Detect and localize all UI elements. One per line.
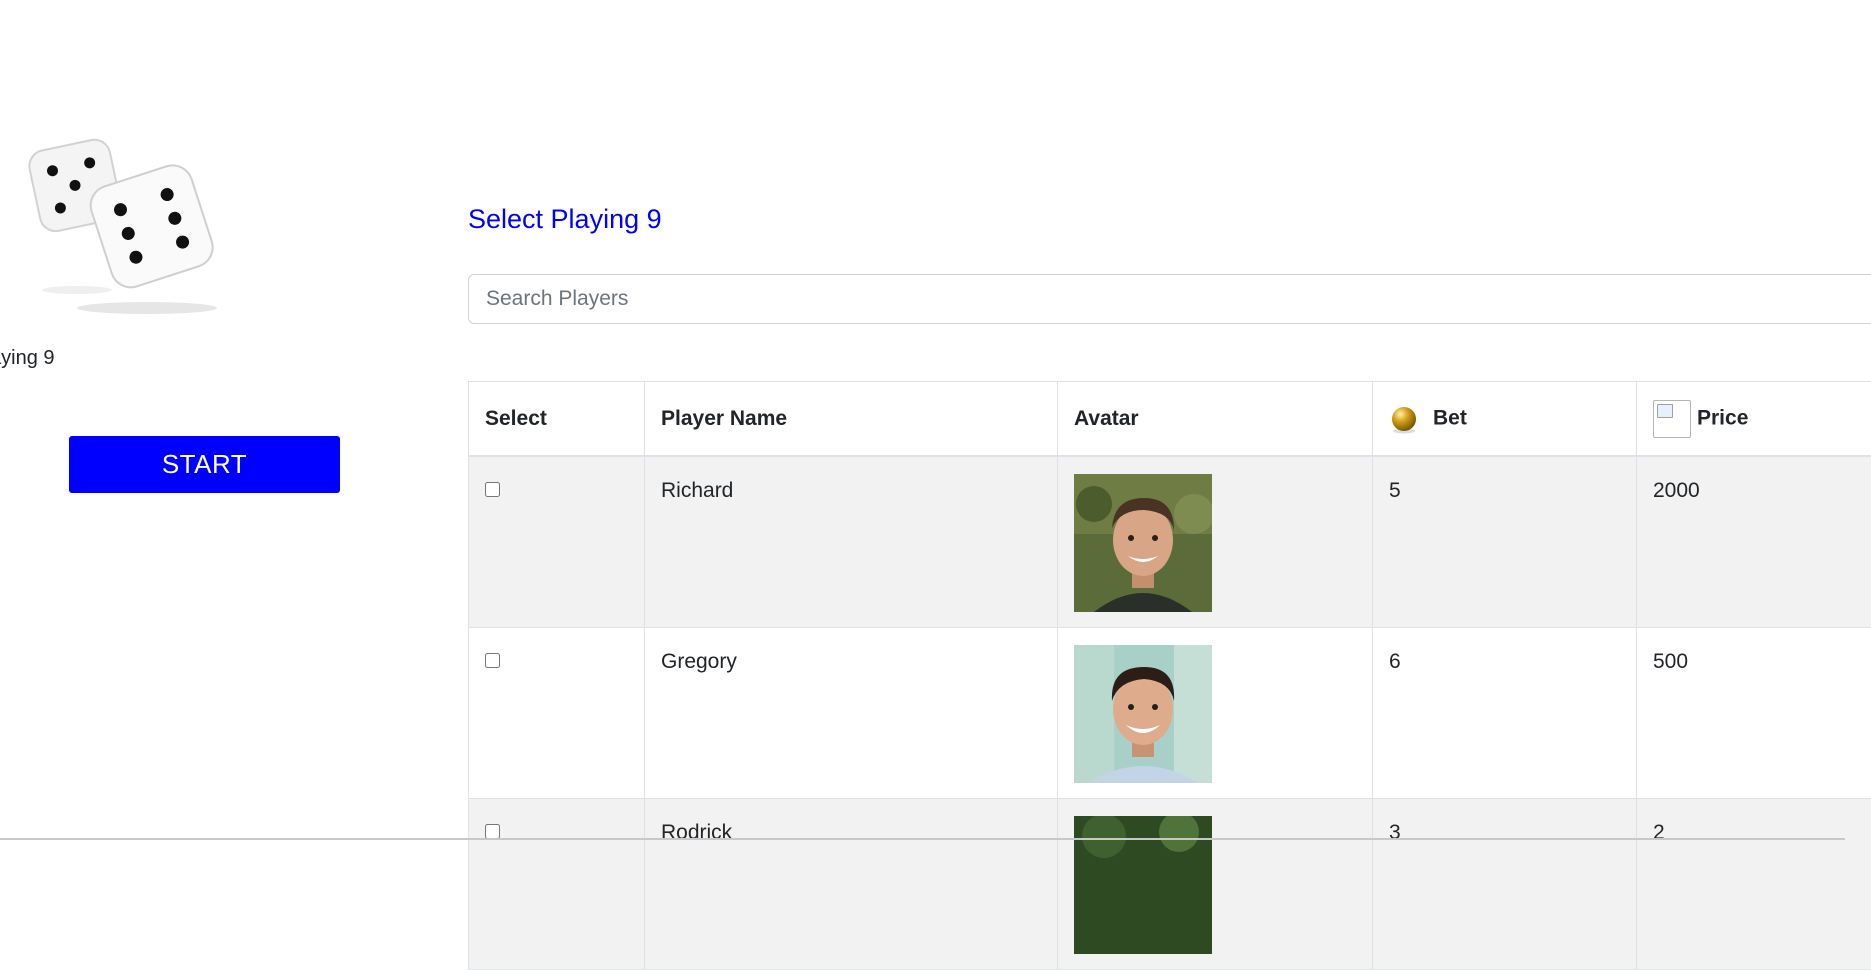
select-checkbox[interactable]	[485, 824, 500, 839]
column-header-price: Price	[1637, 382, 1871, 457]
table-row: Gregory 6 500	[469, 627, 1871, 798]
price-cell: 2	[1637, 798, 1871, 969]
table-header-row: Select Player Name Avatar	[469, 382, 1871, 457]
price-cell: 2000	[1637, 456, 1871, 627]
avatar-cell	[1058, 627, 1373, 798]
table-row: Rodrick 3 2	[469, 798, 1871, 969]
column-header-select: Select	[469, 382, 645, 457]
start-button[interactable]: START	[69, 436, 340, 493]
broken-image-icon	[1653, 400, 1691, 438]
bet-cell: 5	[1373, 456, 1637, 627]
bet-header-label: Bet	[1433, 406, 1467, 429]
dice-logo	[22, 130, 232, 320]
search-input[interactable]	[468, 274, 1871, 324]
column-header-player-name: Player Name	[645, 382, 1058, 457]
column-header-bet: Bet	[1373, 382, 1637, 457]
select-checkbox[interactable]	[485, 482, 500, 497]
bet-cell: 6	[1373, 627, 1637, 798]
column-header-avatar: Avatar	[1058, 382, 1373, 457]
players-table: Select Player Name Avatar	[468, 381, 1871, 970]
price-header-label: Price	[1697, 406, 1748, 429]
player-name-cell: Richard	[645, 456, 1058, 627]
select-checkbox[interactable]	[485, 653, 500, 668]
select-cell	[469, 456, 645, 627]
player-avatar	[1074, 474, 1212, 612]
avatar-cell	[1058, 798, 1373, 969]
gold-coin-icon	[1389, 404, 1419, 434]
bet-cell: 3	[1373, 798, 1637, 969]
player-avatar	[1074, 645, 1212, 783]
player-name-cell: Gregory	[645, 627, 1058, 798]
sidebar-caption: aying 9	[0, 347, 55, 370]
price-cell: 500	[1637, 627, 1871, 798]
table-row: Richard 5	[469, 456, 1871, 627]
player-name-cell: Rodrick	[645, 798, 1058, 969]
select-cell	[469, 798, 645, 969]
player-avatar	[1074, 816, 1212, 954]
page-title: Select Playing 9	[468, 204, 662, 235]
select-cell	[469, 627, 645, 798]
avatar-cell	[1058, 456, 1373, 627]
